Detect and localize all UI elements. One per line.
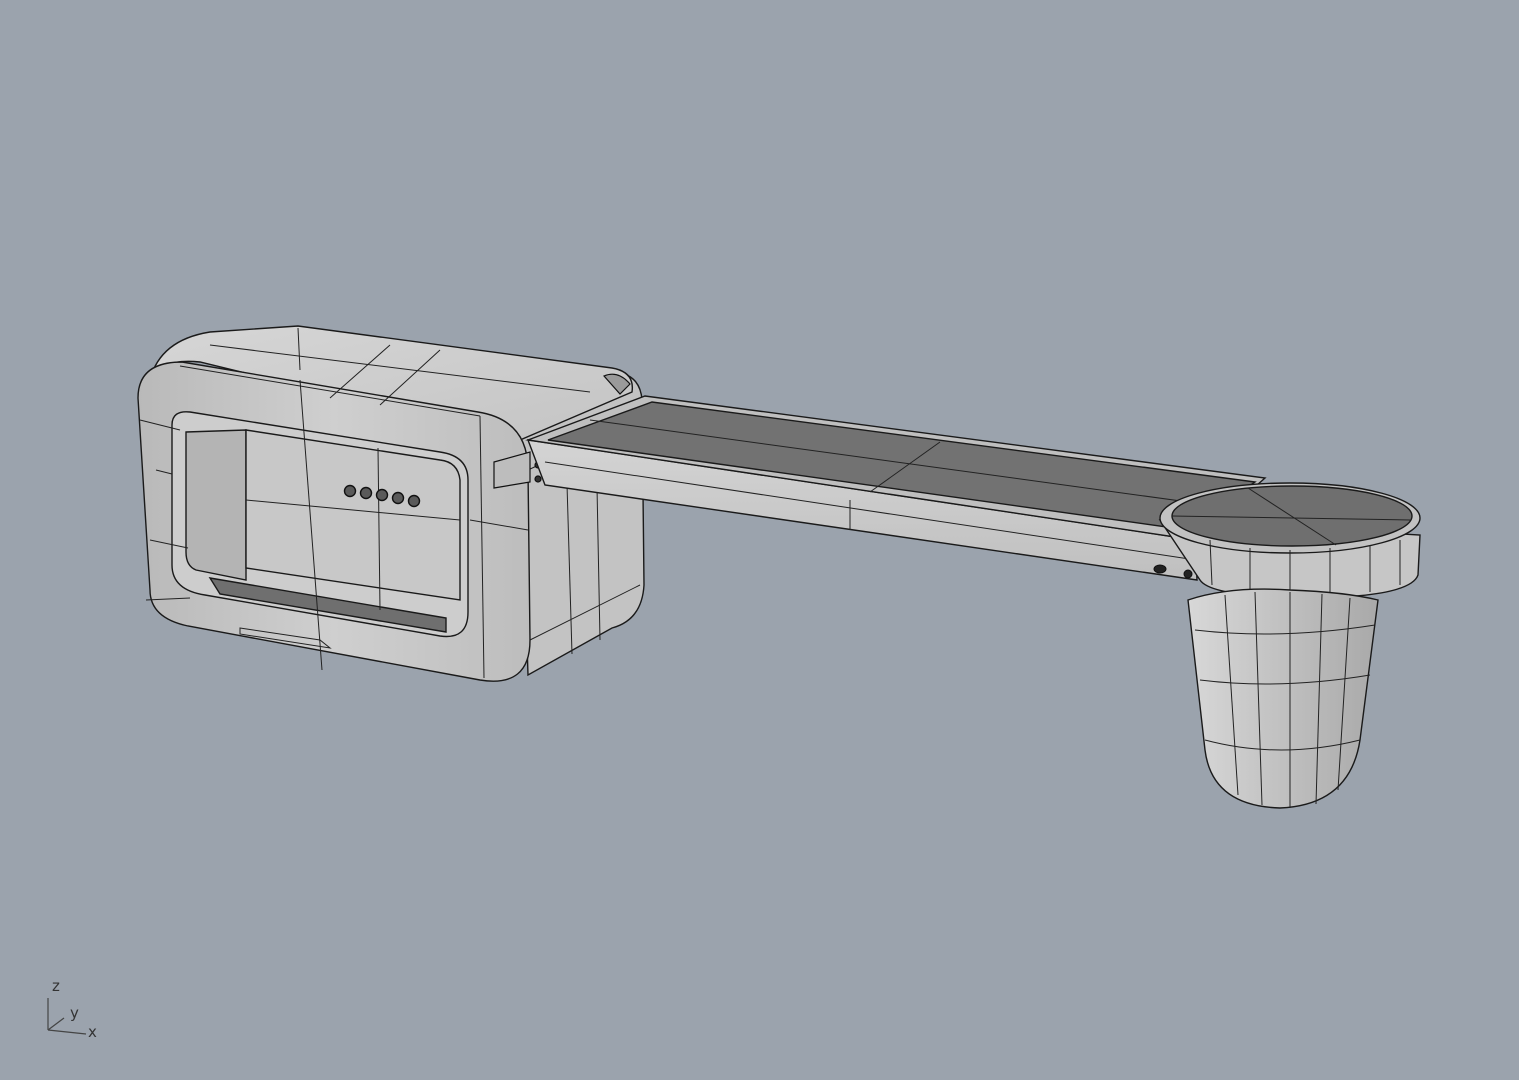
y-axis-line [47, 1017, 65, 1031]
cabinet-button [407, 494, 421, 508]
model-canvas[interactable]: z y x [0, 0, 1519, 1080]
rhino-3d-viewport[interactable]: z y x [0, 0, 1519, 1080]
axis-triad-widget [47, 998, 87, 1035]
z-axis-label: z [52, 977, 60, 995]
cabinet-button [375, 488, 389, 502]
cabinet-button [343, 484, 357, 498]
cabinet-button [391, 491, 405, 505]
y-axis-label: y [70, 1004, 79, 1022]
x-axis-label: x [88, 1023, 97, 1041]
cabinet-body[interactable] [137, 325, 645, 682]
cup-body [1187, 588, 1379, 809]
cabinet-inner-recess [185, 429, 247, 581]
x-axis-line [47, 1029, 87, 1035]
cup-holder[interactable] [1187, 588, 1379, 809]
cabinet-button [359, 486, 373, 500]
